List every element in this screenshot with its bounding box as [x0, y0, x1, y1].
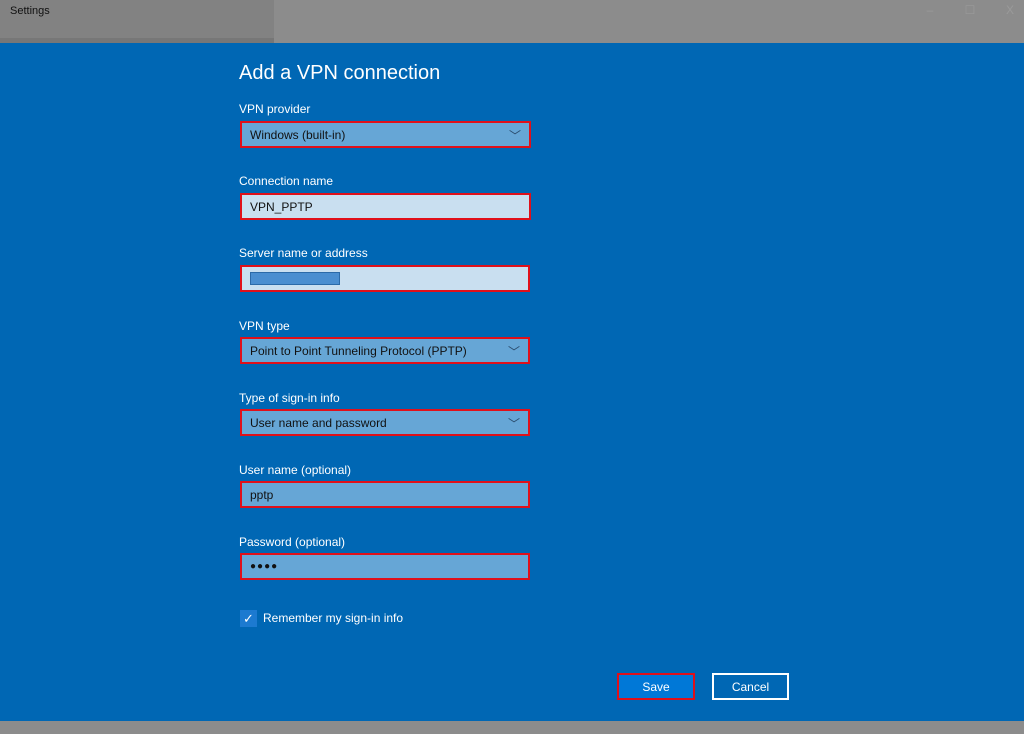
window-title: Settings	[10, 5, 50, 17]
password-value: ●●●●	[250, 561, 279, 572]
vpn-type-label: VPN type	[239, 319, 290, 333]
password-label: Password (optional)	[239, 535, 346, 549]
connection-name-value: VPN_PPTP	[250, 199, 313, 214]
username-label: User name (optional)	[239, 463, 352, 477]
cancel-button[interactable]: Cancel	[712, 673, 789, 700]
remember-checkbox[interactable]: ✓	[240, 610, 257, 627]
close-icon[interactable]: X	[1000, 3, 1020, 17]
signin-type-label: Type of sign-in info	[239, 391, 340, 405]
page-title: Add a VPN connection	[239, 62, 441, 84]
vpn-type-dropdown[interactable]: Point to Point Tunneling Protocol (PPTP)…	[240, 337, 530, 364]
vpn-provider-label: VPN provider	[239, 102, 311, 116]
title-bar: Settings – ☐ X	[0, 0, 1024, 43]
vpn-provider-value: Windows (built-in)	[250, 127, 346, 142]
redacted-server-value	[250, 272, 340, 285]
connection-name-input[interactable]: VPN_PPTP	[240, 193, 531, 220]
signin-type-value: User name and password	[250, 415, 387, 430]
username-input[interactable]: pptp	[240, 481, 530, 508]
chevron-down-icon: ﹀	[507, 345, 520, 359]
server-input[interactable]	[240, 265, 530, 292]
server-label: Server name or address	[239, 246, 368, 260]
minimize-icon[interactable]: –	[920, 3, 940, 17]
bottom-bar	[0, 721, 1024, 734]
remember-label[interactable]: Remember my sign-in info	[263, 611, 403, 625]
connection-name-label: Connection name	[239, 174, 334, 188]
chevron-down-icon: ﹀	[508, 129, 521, 143]
signin-type-dropdown[interactable]: User name and password ﹀	[240, 409, 530, 436]
checkmark-icon: ✓	[243, 611, 254, 626]
vpn-type-value: Point to Point Tunneling Protocol (PPTP)	[250, 343, 467, 358]
maximize-icon[interactable]: ☐	[960, 3, 980, 17]
username-value: pptp	[250, 487, 274, 502]
password-input[interactable]: ●●●●	[240, 553, 530, 580]
vpn-provider-dropdown[interactable]: Windows (built-in) ﹀	[240, 121, 531, 148]
save-button[interactable]: Save	[617, 673, 695, 700]
chevron-down-icon: ﹀	[507, 417, 520, 431]
